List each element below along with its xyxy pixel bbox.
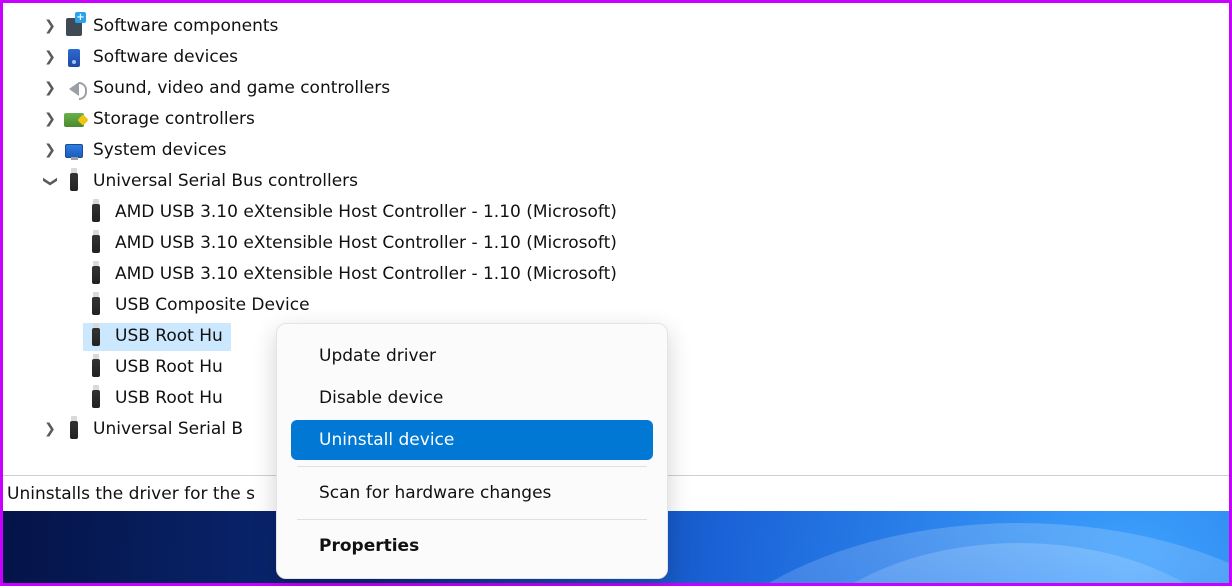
usb-icon	[83, 235, 109, 253]
tree-label: Universal Serial B	[87, 414, 243, 445]
computer-icon	[61, 144, 87, 158]
usb-icon	[83, 266, 109, 284]
tree-label: USB Root Hu	[109, 352, 223, 383]
tree-item-software-components[interactable]: ❯ Software components	[39, 11, 1229, 42]
chevron-right-icon: ❯	[39, 42, 61, 73]
usb-icon	[83, 359, 109, 377]
tree-label: AMD USB 3.10 eXtensible Host Controller …	[109, 228, 617, 259]
tree-label: USB Root Hu	[109, 383, 223, 414]
context-menu: Update driver Disable device Uninstall d…	[276, 323, 668, 579]
chevron-right-icon: ❯	[39, 104, 61, 135]
tree-label: Software components	[87, 11, 278, 42]
usb-icon	[83, 328, 109, 346]
tree-item-system[interactable]: ❯ System devices	[39, 135, 1229, 166]
tree-label: Universal Serial Bus controllers	[87, 166, 358, 197]
chevron-right-icon: ❯	[39, 135, 61, 166]
storage-controller-icon	[61, 113, 87, 127]
menu-scan-hardware[interactable]: Scan for hardware changes	[291, 473, 653, 513]
chevron-right-icon: ❯	[39, 11, 61, 42]
tree-label: Storage controllers	[87, 104, 255, 135]
tree-label: USB Root Hu	[109, 321, 223, 352]
software-components-icon	[61, 18, 87, 36]
chevron-right-icon: ❯	[39, 414, 61, 445]
tree-label: USB Composite Device	[109, 290, 310, 321]
usb-icon	[83, 390, 109, 408]
usb-icon	[83, 204, 109, 222]
tree-label: Sound, video and game controllers	[87, 73, 390, 104]
tree-item-usb-controllers[interactable]: ❯ Universal Serial Bus controllers	[39, 166, 1229, 197]
usb-icon	[61, 421, 87, 439]
tree-item-software-devices[interactable]: ❯ Software devices	[39, 42, 1229, 73]
tree-label: AMD USB 3.10 eXtensible Host Controller …	[109, 259, 617, 290]
speaker-icon	[61, 82, 87, 96]
chevron-right-icon: ❯	[39, 73, 61, 104]
chevron-down-icon: ❯	[35, 171, 66, 193]
usb-icon	[83, 297, 109, 315]
menu-update-driver[interactable]: Update driver	[291, 336, 653, 376]
software-devices-icon	[61, 49, 87, 67]
menu-uninstall-device[interactable]: Uninstall device	[291, 420, 653, 460]
menu-properties[interactable]: Properties	[291, 526, 653, 566]
menu-disable-device[interactable]: Disable device	[291, 378, 653, 418]
tree-label: Software devices	[87, 42, 238, 73]
menu-separator	[297, 519, 647, 520]
tree-label: AMD USB 3.10 eXtensible Host Controller …	[109, 197, 617, 228]
menu-separator	[297, 466, 647, 467]
tree-item-usb-child[interactable]: USB Composite Device	[83, 290, 1229, 321]
tree-item-storage[interactable]: ❯ Storage controllers	[39, 104, 1229, 135]
tree-item-usb-child[interactable]: AMD USB 3.10 eXtensible Host Controller …	[83, 197, 1229, 228]
tree-item-usb-child[interactable]: AMD USB 3.10 eXtensible Host Controller …	[83, 259, 1229, 290]
tree-item-sound[interactable]: ❯ Sound, video and game controllers	[39, 73, 1229, 104]
tree-item-usb-child[interactable]: AMD USB 3.10 eXtensible Host Controller …	[83, 228, 1229, 259]
status-text: Uninstalls the driver for the s	[7, 484, 255, 504]
tree-label: System devices	[87, 135, 227, 166]
